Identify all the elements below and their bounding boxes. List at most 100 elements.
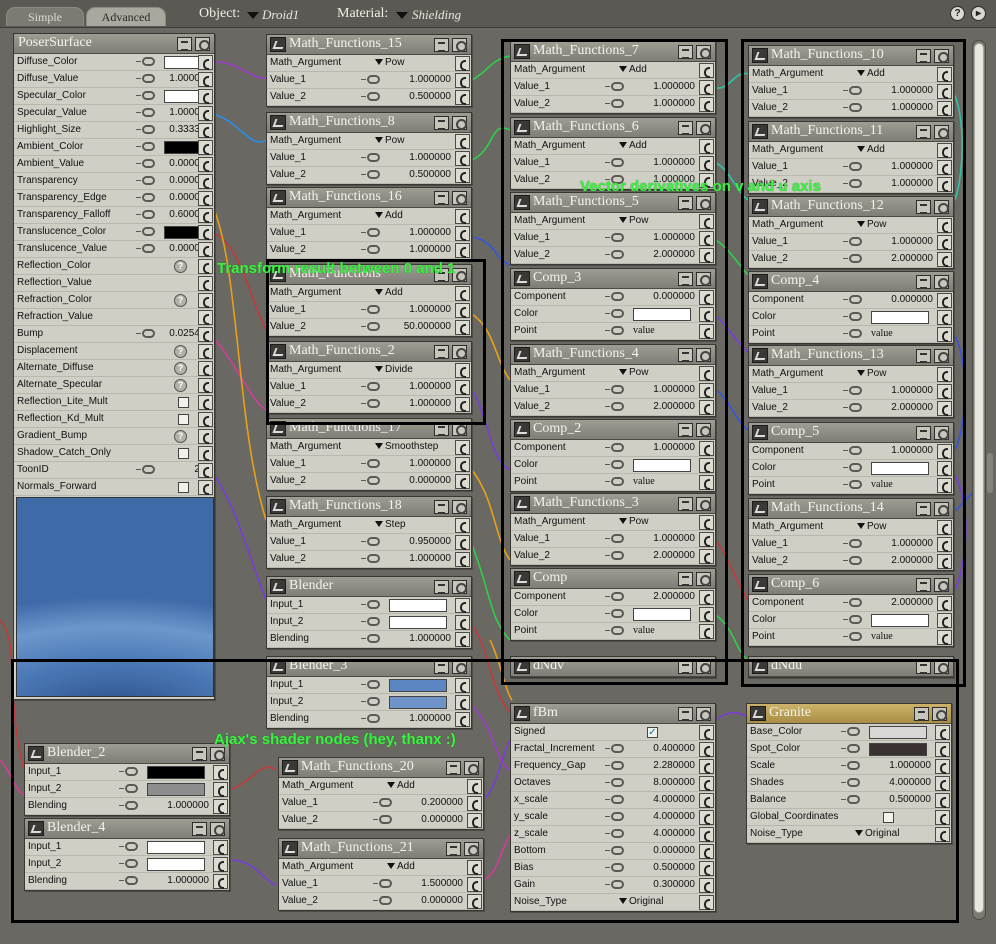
input-plug-icon[interactable] [198, 208, 213, 223]
help-icon[interactable]: ? [174, 362, 187, 375]
node-header[interactable]: PoserSurface [14, 34, 214, 54]
param-row-alternate-diffuse[interactable]: Alternate_Diffuse? [14, 360, 214, 377]
input-plug-icon[interactable] [455, 134, 470, 149]
chain-link-icon[interactable] [136, 159, 155, 168]
help-icon[interactable]: ? [174, 260, 187, 273]
help-icon[interactable]: ? [174, 430, 187, 443]
param-row-value-2[interactable]: Value_2 0.500000 [267, 167, 471, 184]
node-collapse-icon[interactable] [195, 37, 210, 51]
chain-link-icon[interactable] [361, 153, 380, 162]
node-math-functions-8[interactable]: Math_Functions_8 Math_Argument Pow Value_1 1… [266, 112, 472, 185]
param-row-transparency-falloff[interactable]: Transparency_Falloff 0.600000 [14, 207, 214, 224]
node-header[interactable]: Math_Functions_18 [267, 497, 471, 517]
node-collapse-icon[interactable] [452, 116, 467, 130]
input-plug-icon[interactable] [198, 174, 213, 189]
param-value[interactable]: 1.000000 [383, 244, 451, 255]
param-value[interactable]: 0.500000 [383, 169, 451, 180]
param-row-reflection-value[interactable]: Reflection_Value [14, 275, 214, 292]
chain-link-icon[interactable] [361, 459, 380, 468]
input-plug-icon[interactable] [455, 168, 470, 183]
param-row-input-2[interactable]: Input_2 [267, 614, 471, 631]
input-plug-icon[interactable] [455, 440, 470, 455]
param-row-value-2[interactable]: Value_2 1.000000 [267, 242, 471, 259]
param-row-value-1[interactable]: Value_1 1.000000 [267, 225, 471, 242]
input-plug-icon[interactable] [198, 327, 213, 342]
param-row-refraction-color[interactable]: Refraction_Color? [14, 292, 214, 309]
param-dropdown[interactable]: Pow [375, 135, 404, 146]
param-row-bump[interactable]: Bump 0.025400 [14, 326, 214, 343]
param-value[interactable]: 1.000000 [383, 553, 451, 564]
chain-link-icon[interactable] [361, 75, 380, 84]
input-plug-icon[interactable] [198, 412, 213, 427]
chain-link-icon[interactable] [361, 228, 380, 237]
param-row-value-2[interactable]: Value_2 1.000000 [267, 551, 471, 568]
chain-link-icon[interactable] [361, 617, 380, 626]
param-row-transparency[interactable]: Transparency 0.000000 [14, 173, 214, 190]
param-row-value-2[interactable]: Value_2 0.500000 [267, 89, 471, 106]
chain-link-icon[interactable] [136, 244, 155, 253]
param-value[interactable]: 0.950000 [383, 536, 451, 547]
chain-link-icon[interactable] [136, 74, 155, 83]
param-row-ambient-color[interactable]: Ambient_Color [14, 139, 214, 156]
param-row-displacement[interactable]: Displacement? [14, 343, 214, 360]
node-collapse-icon[interactable] [452, 500, 467, 514]
chain-link-icon[interactable] [361, 554, 380, 563]
panel-resize-handle[interactable] [987, 453, 993, 493]
input-plug-icon[interactable] [198, 310, 213, 325]
input-plug-icon[interactable] [198, 378, 213, 393]
param-value[interactable]: 0.000000 [383, 475, 451, 486]
input-plug-icon[interactable] [198, 463, 213, 478]
node-header[interactable]: Math_Functions_16 [267, 188, 471, 208]
param-row-alternate-specular[interactable]: Alternate_Specular? [14, 377, 214, 394]
chain-link-icon[interactable] [136, 227, 155, 236]
help-icon[interactable]: ? [174, 294, 187, 307]
node-posersurface[interactable]: PoserSurface Diffuse_Color Diffuse_Value 1.… [13, 33, 215, 700]
input-plug-icon[interactable] [455, 73, 470, 88]
node-collapse-icon[interactable] [452, 580, 467, 594]
chain-link-icon[interactable] [361, 245, 380, 254]
param-row-refraction-value[interactable]: Refraction_Value [14, 309, 214, 326]
input-plug-icon[interactable] [455, 226, 470, 241]
param-row-blending[interactable]: Blending 1.000000 [267, 631, 471, 648]
node-blender[interactable]: Blender Input_1 Input_2 Blending 1.000000 [266, 576, 472, 649]
chain-link-icon[interactable] [136, 176, 155, 185]
param-row-math-argument[interactable]: Math_Argument Step [267, 517, 471, 534]
input-plug-icon[interactable] [198, 72, 213, 87]
param-row-translucence-value[interactable]: Translucence_Value 0.000000 [14, 241, 214, 258]
node-menu-icon[interactable] [177, 37, 192, 51]
input-plug-icon[interactable] [455, 243, 470, 258]
node-header[interactable]: Math_Functions_8 [267, 113, 471, 133]
param-row-normals-forward[interactable]: Normals_Forward [14, 479, 214, 496]
param-row-diffuse-color[interactable]: Diffuse_Color [14, 54, 214, 71]
color-swatch[interactable] [389, 616, 447, 629]
param-value[interactable]: 1.000000 [383, 152, 451, 163]
node-menu-icon[interactable] [434, 580, 449, 594]
input-plug-icon[interactable] [198, 55, 213, 70]
input-plug-icon[interactable] [455, 151, 470, 166]
input-plug-icon[interactable] [198, 140, 213, 155]
param-row-value-1[interactable]: Value_1 1.000000 [267, 72, 471, 89]
param-row-reflection-color[interactable]: Reflection_Color? [14, 258, 214, 275]
input-plug-icon[interactable] [198, 242, 213, 257]
node-header[interactable]: Blender [267, 577, 471, 597]
node-math-functions-18[interactable]: Math_Functions_18 Math_Argument Step Value_… [266, 496, 472, 569]
chain-link-icon[interactable] [361, 537, 380, 546]
param-value[interactable]: 1.000000 [383, 227, 451, 238]
param-checkbox[interactable] [178, 482, 189, 493]
param-row-reflection-kd-mult[interactable]: Reflection_Kd_Mult [14, 411, 214, 428]
param-value[interactable]: 1.000000 [383, 633, 451, 644]
input-plug-icon[interactable] [455, 535, 470, 550]
node-menu-icon[interactable] [434, 191, 449, 205]
scrollbar-thumb[interactable] [974, 43, 984, 913]
input-plug-icon[interactable] [198, 276, 213, 291]
chain-link-icon[interactable] [136, 91, 155, 100]
input-plug-icon[interactable] [455, 90, 470, 105]
input-plug-icon[interactable] [198, 293, 213, 308]
param-dropdown[interactable]: Step [375, 519, 406, 530]
help-icon[interactable]: ? [174, 379, 187, 392]
param-row-math-argument[interactable]: Math_Argument Add [267, 208, 471, 225]
input-plug-icon[interactable] [198, 123, 213, 138]
node-link-icon[interactable] [270, 499, 286, 514]
chain-link-icon[interactable] [136, 108, 155, 117]
node-link-icon[interactable] [270, 115, 286, 130]
